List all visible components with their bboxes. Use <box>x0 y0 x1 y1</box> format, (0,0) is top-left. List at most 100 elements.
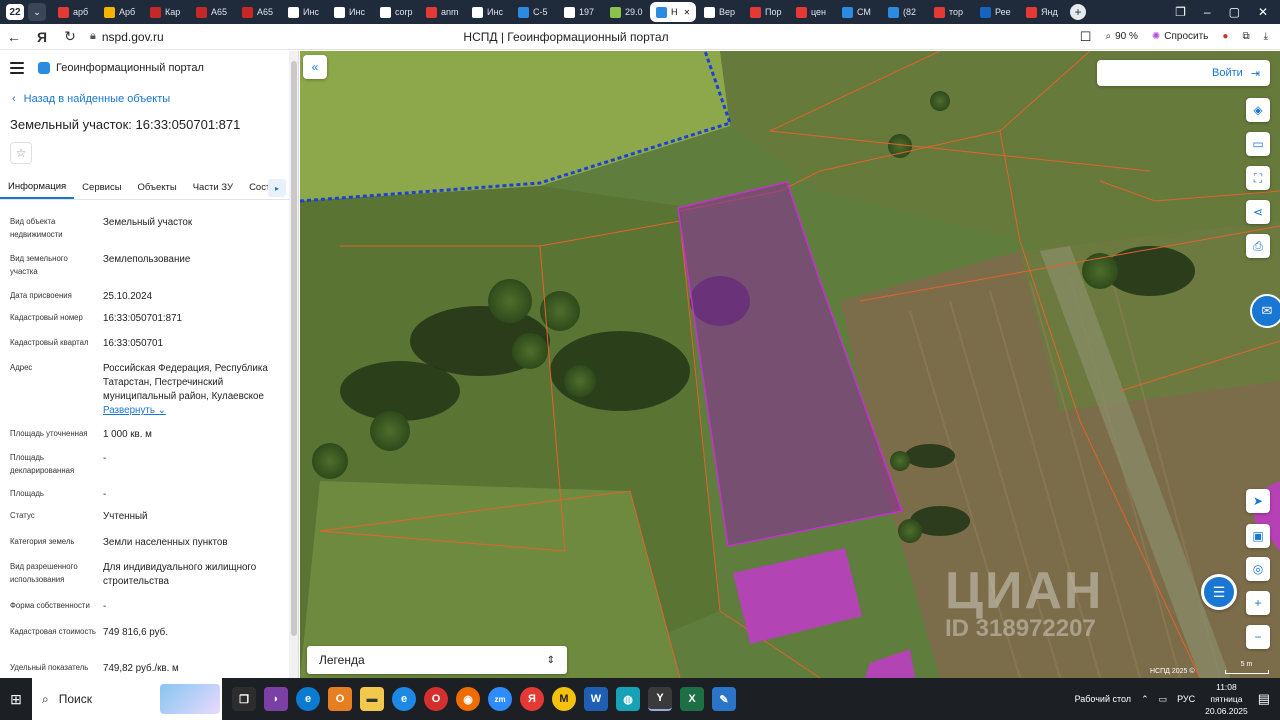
map-view[interactable]: « Войти ⇥ ◈ ▭ ⛶ ⋖ ⎙ ✉ ➤ ▣ ◎ + − ☰ ЦИАН I… <box>300 51 1280 678</box>
back-to-results-link[interactable]: ‹ Назад в найденные объекты <box>0 93 298 105</box>
clock[interactable]: 11:08 пятница 20.06.2025 <box>1205 681 1248 717</box>
internet-explorer-icon[interactable]: e <box>392 687 416 711</box>
browser-tab[interactable]: corp <box>374 2 418 22</box>
collapse-panel-button[interactable]: « <box>303 55 327 79</box>
downloads-icon[interactable]: ⤓ <box>1264 31 1268 42</box>
outlook-icon[interactable]: O <box>328 687 352 711</box>
browser-tab[interactable]: СМ <box>836 2 880 22</box>
lock-icon[interactable]: 🔒︎ <box>90 30 96 43</box>
browser-tab[interactable]: Вер <box>698 2 742 22</box>
browser-tab[interactable]: Кар <box>144 2 188 22</box>
picture-in-picture-icon[interactable]: ▣ <box>1246 524 1270 548</box>
browser-tab[interactable]: Арб <box>98 2 142 22</box>
tabs-scroll-right-icon[interactable]: ▸ <box>268 179 286 197</box>
browser-tab[interactable]: арб <box>52 2 96 22</box>
browser-tab[interactable]: Янд <box>1020 2 1064 22</box>
yandex-app-icon[interactable]: Я <box>520 687 544 711</box>
chat-side-icon[interactable]: ✉ <box>1250 294 1280 328</box>
alice-icon: ✺ <box>1151 31 1161 42</box>
satellite-map[interactable] <box>300 51 1280 678</box>
restore-icon[interactable]: ▢ <box>1229 5 1240 19</box>
browser-tab[interactable]: Инс <box>466 2 510 22</box>
close-window-icon[interactable]: ✕ <box>1258 5 1268 19</box>
notifications-icon[interactable]: ▤ <box>1258 691 1270 707</box>
language-indicator[interactable]: РУС <box>1177 694 1195 704</box>
opera-icon[interactable]: O <box>424 687 448 711</box>
info-tab[interactable]: Части ЗУ <box>185 182 241 199</box>
browser-tab[interactable]: Инс <box>282 2 326 22</box>
tab-list-chevron-icon[interactable]: ⌄ <box>28 3 46 21</box>
geolocation-icon[interactable]: ◎ <box>1246 557 1270 581</box>
print-icon[interactable]: ⎙ <box>1246 234 1270 258</box>
browser-tab[interactable]: Рее <box>974 2 1018 22</box>
windows-start-icon[interactable]: ⊞ <box>0 678 32 720</box>
favorite-star-icon[interactable]: ☆ <box>10 142 32 164</box>
zoom-out-icon[interactable]: − <box>1246 625 1270 649</box>
yandex-icon[interactable]: Я <box>28 29 56 45</box>
browser-tab[interactable]: (82 <box>882 2 926 22</box>
ask-button[interactable]: ✺ Спросить <box>1152 31 1209 42</box>
ruler-icon[interactable]: ▭ <box>1246 132 1270 156</box>
browser-tab[interactable]: 197 <box>558 2 602 22</box>
scale-bar: 5 m <box>1224 661 1269 674</box>
excel-icon[interactable]: X <box>680 687 704 711</box>
page-title: НСПД | Геоинформационный портал <box>463 29 669 44</box>
new-tab-button[interactable]: + <box>1070 4 1086 20</box>
tab-favicon-icon <box>610 6 621 18</box>
select-area-icon[interactable]: ⛶ <box>1246 166 1270 190</box>
yandex-market-icon[interactable]: M <box>552 687 576 711</box>
browser-tab[interactable]: anm <box>420 2 464 22</box>
browser-tab[interactable]: А65 <box>190 2 234 22</box>
reload-icon[interactable]: ↻ <box>56 28 84 45</box>
support-chat-button[interactable]: ☰ <box>1201 574 1237 610</box>
navigate-icon[interactable]: ➤ <box>1246 489 1270 513</box>
word-icon[interactable]: W <box>584 687 608 711</box>
app-purple-icon[interactable]: ◗ <box>264 687 288 711</box>
taskbar-search[interactable]: ⌕ Поиск <box>32 678 222 720</box>
zoom-control[interactable]: ⌕ 90 % <box>1105 31 1137 42</box>
browser-tab[interactable]: С-5 <box>512 2 556 22</box>
expand-address-link[interactable]: Развернуть ⌄ <box>103 404 283 418</box>
minimize-icon[interactable]: – <box>1204 5 1211 19</box>
tab-favicon-icon <box>334 6 345 18</box>
tab-label: СМ <box>857 7 871 17</box>
yandex-browser-icon[interactable]: Y <box>648 687 672 711</box>
app-cyan-icon[interactable]: ◍ <box>616 687 640 711</box>
menu-icon[interactable] <box>10 62 24 74</box>
zoom-app-icon[interactable]: zm <box>488 687 512 711</box>
task-view-icon[interactable]: ❐ <box>232 687 256 711</box>
network-icon[interactable]: ▭ <box>1159 694 1168 705</box>
edge-icon[interactable]: e <box>296 687 320 711</box>
close-tab-icon[interactable]: ✕ <box>684 8 691 17</box>
login-button[interactable]: Войти ⇥ <box>1097 60 1270 86</box>
browser-tab[interactable]: тор <box>928 2 972 22</box>
info-tab[interactable]: Объекты <box>130 182 185 199</box>
bookmark-icon[interactable]: ☐ <box>1080 29 1092 45</box>
back-icon[interactable]: ← <box>0 29 28 45</box>
browser-tab[interactable]: А65 <box>236 2 280 22</box>
browser-tab[interactable]: цен <box>790 2 834 22</box>
browser-tab[interactable]: 29.0 <box>604 2 648 22</box>
firefox-icon[interactable]: ◉ <box>456 687 480 711</box>
legend-dropdown[interactable]: Легенда ⇕ <box>307 646 567 674</box>
file-explorer-icon[interactable]: ▬ <box>360 687 384 711</box>
zoom-in-icon[interactable]: + <box>1246 591 1270 615</box>
info-tab[interactable]: Информация <box>0 181 75 199</box>
browser-tab[interactable]: Пор <box>744 2 788 22</box>
paint-icon[interactable]: ✎ <box>712 687 736 711</box>
browser-tab[interactable]: Н ✕ <box>650 2 696 22</box>
browser-tab[interactable]: Инс <box>328 2 372 22</box>
collections-icon[interactable]: ❐ <box>1175 5 1186 19</box>
tray-chevron-icon[interactable]: ⌃ <box>1141 694 1149 705</box>
panel-scroll-thumb[interactable] <box>291 61 297 636</box>
share-icon[interactable]: ⋖ <box>1246 200 1270 224</box>
url-field[interactable]: nspd.gov.ru <box>102 30 164 44</box>
property-value: - <box>103 600 283 614</box>
property-value-text: 25.10.2024 <box>103 291 153 302</box>
translate-icon[interactable]: ⧉ <box>1242 31 1249 42</box>
tab-count-badge[interactable]: 22 <box>6 4 24 20</box>
desktop-toolbar[interactable]: Рабочий стол <box>1075 694 1132 704</box>
layers-icon[interactable]: ◈ <box>1246 98 1270 122</box>
info-tab[interactable]: Сервисы <box>74 182 129 199</box>
extension-icon[interactable]: ● <box>1222 31 1228 42</box>
